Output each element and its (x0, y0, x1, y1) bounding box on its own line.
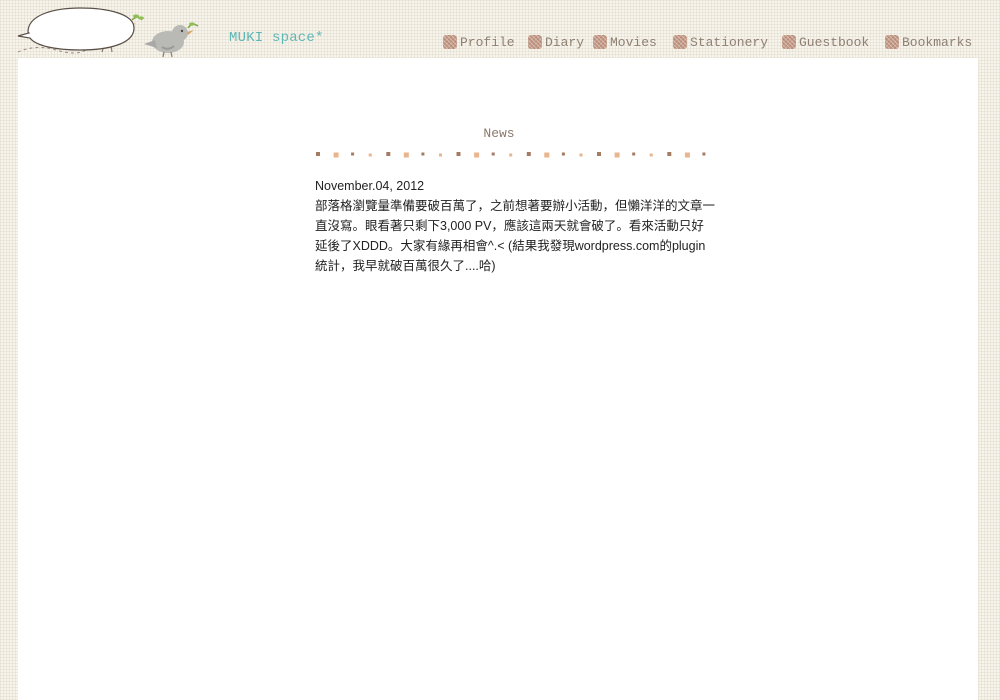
divider-dot (561, 152, 565, 156)
main-nav: Profile Diary Movies Stationery Guestboo… (0, 33, 1000, 53)
divider-dot (403, 152, 409, 158)
divider-dot (386, 152, 391, 156)
nav-item-label: Movies (610, 34, 657, 50)
divider-dot (491, 152, 495, 156)
divider-dot (456, 152, 461, 156)
divider-dot (316, 152, 320, 156)
nav-item-stationery[interactable]: Stationery (673, 33, 768, 51)
nav-item-diary[interactable]: Diary (528, 33, 584, 51)
news-heading: News (483, 126, 515, 141)
divider-dot (579, 153, 583, 157)
checkered-square-icon (443, 35, 457, 49)
checkered-square-icon (593, 35, 607, 49)
news-body: 部落格瀏覽量準備要破百萬了，之前想著要辦小活動，但懶洋洋的文章一直沒寫。眼看著只… (315, 199, 716, 273)
divider-dot (368, 153, 372, 157)
dotted-divider (316, 152, 706, 158)
divider-dot (509, 153, 513, 157)
divider-dot (526, 152, 531, 156)
divider-dot (632, 152, 636, 156)
divider-dot (421, 152, 425, 156)
divider-dot (597, 152, 601, 156)
checkered-square-icon (673, 35, 687, 49)
checkered-square-icon (782, 35, 796, 49)
divider-dot (544, 152, 550, 158)
divider-dot (333, 152, 339, 158)
news-date: November.04, 2012 (315, 179, 425, 193)
nav-item-movies[interactable]: Movies (593, 33, 657, 51)
nav-item-bookmarks[interactable]: Bookmarks (885, 33, 972, 51)
divider-dot (667, 152, 672, 156)
divider-dot (474, 152, 480, 158)
divider-dot (649, 153, 653, 157)
divider-dot (439, 153, 442, 157)
news-post: November.04, 2012 部落格瀏覽量準備要破百萬了，之前想著要辦小活… (315, 176, 715, 276)
divider-dot (614, 152, 620, 158)
nav-item-label: Diary (545, 34, 585, 50)
nav-item-label: Stationery (690, 34, 769, 50)
nav-item-guestbook[interactable]: Guestbook (782, 33, 869, 51)
divider-dot (684, 152, 690, 158)
divider-dot (351, 152, 355, 156)
nav-item-label: Profile (460, 34, 515, 50)
divider-dot (702, 152, 706, 156)
checkered-square-icon (885, 35, 899, 49)
checkered-square-icon (528, 35, 542, 49)
nav-item-profile[interactable]: Profile (443, 33, 515, 51)
nav-item-label: Guestbook (799, 34, 870, 50)
nav-item-label: Bookmarks (902, 34, 973, 50)
